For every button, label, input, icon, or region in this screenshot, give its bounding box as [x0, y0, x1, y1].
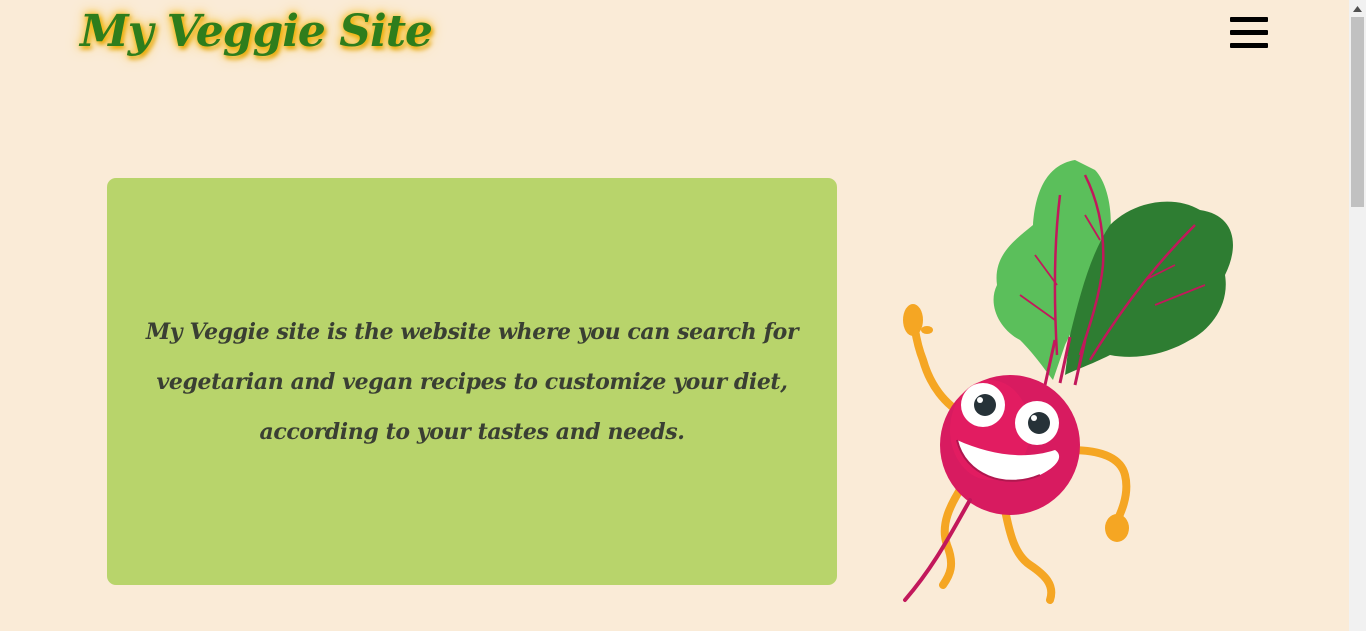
hamburger-menu-icon[interactable] [1230, 17, 1268, 49]
page: My Veggie Site My Veggie site is the web… [0, 0, 1349, 631]
scrollbar-thumb[interactable] [1351, 17, 1364, 207]
intro-card: My Veggie site is the website where you … [107, 178, 837, 585]
menu-bar [1230, 43, 1268, 48]
site-title[interactable]: My Veggie Site [80, 6, 433, 57]
intro-text: My Veggie site is the website where you … [145, 318, 799, 445]
scroll-up-arrow-icon[interactable] [1349, 0, 1366, 17]
menu-bar [1230, 17, 1268, 22]
beetroot-mascot-illustration [903, 160, 1233, 604]
menu-bar [1230, 30, 1268, 35]
vertical-scrollbar[interactable] [1349, 0, 1366, 631]
